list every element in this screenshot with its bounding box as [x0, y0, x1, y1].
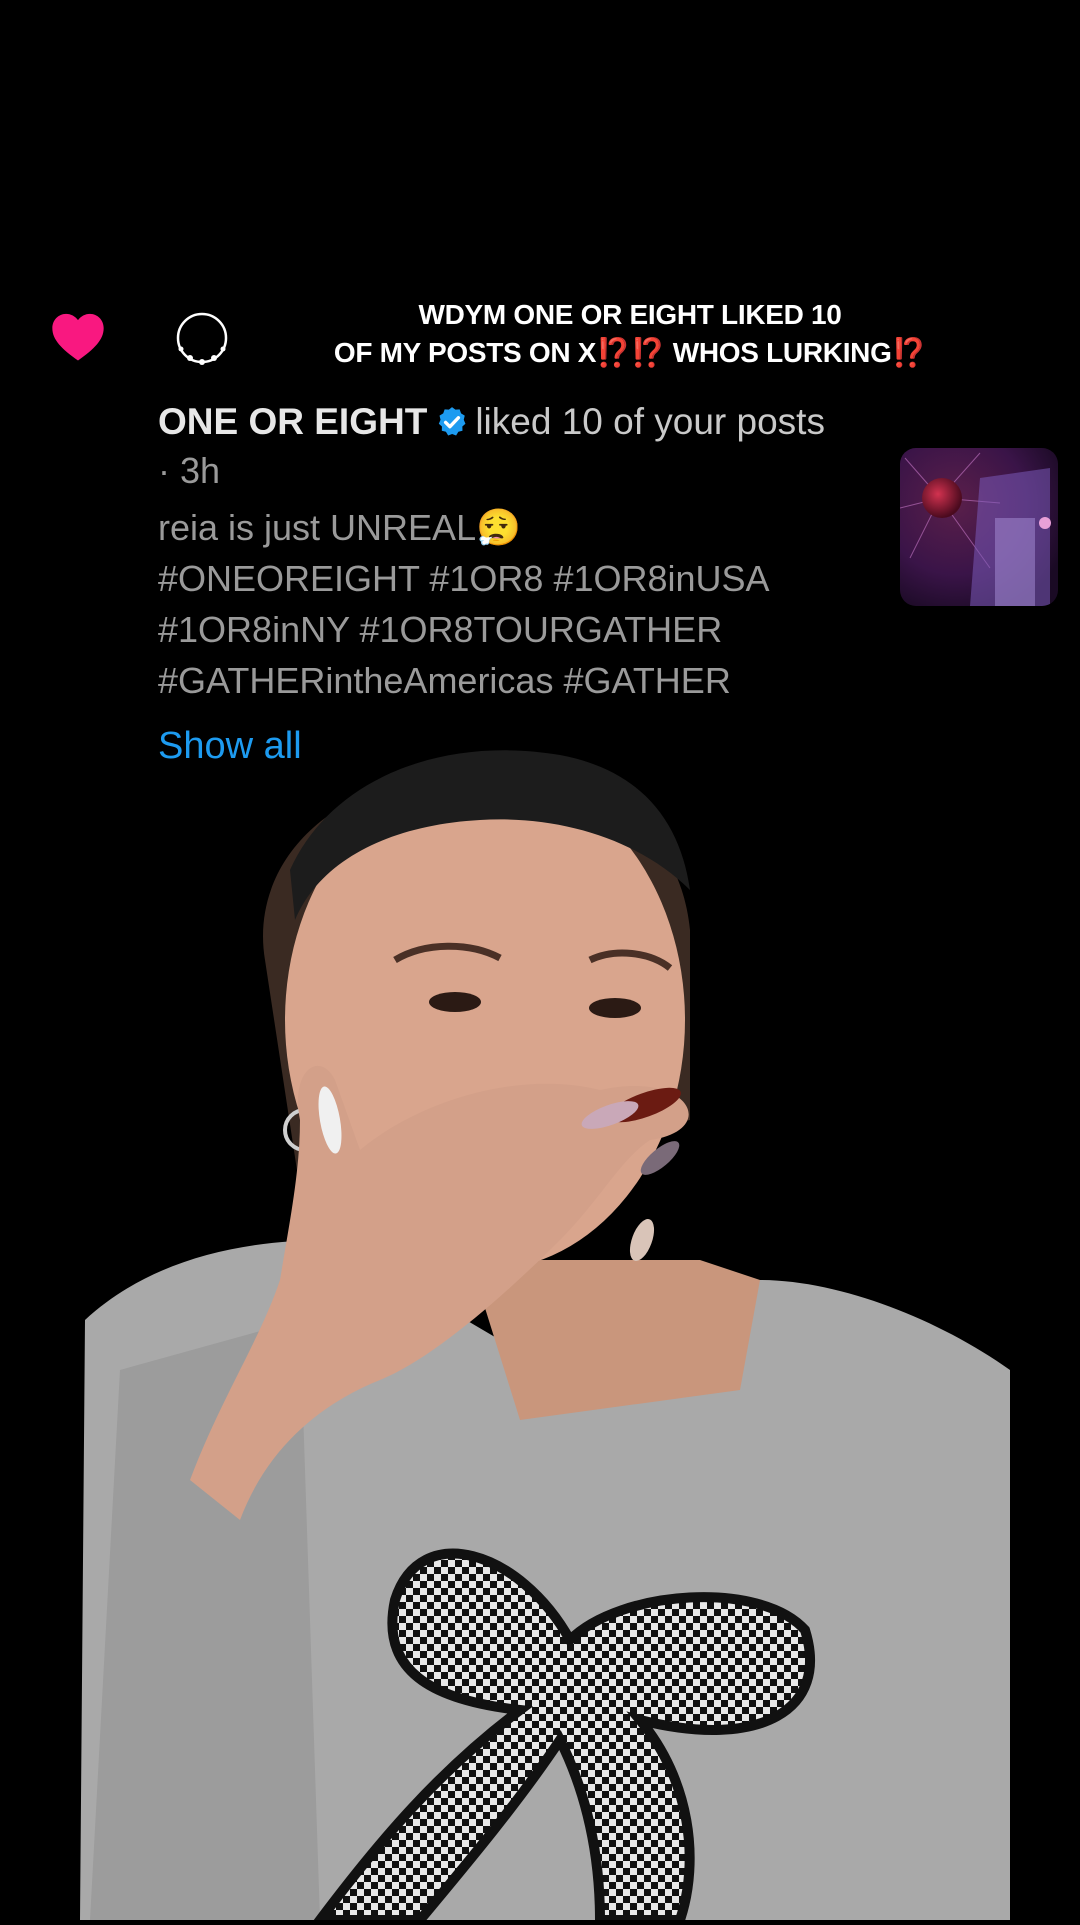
caption-line-2: OF MY POSTS ON X⁉️⁉️ WHOS LURKING⁉️	[260, 334, 1000, 372]
caption-emphasis-2: ⁉️	[891, 337, 927, 368]
notification-action: liked 10 of your posts	[475, 401, 825, 442]
video-caption: WDYM ONE OR EIGHT LIKED 10 OF MY POSTS O…	[260, 296, 1000, 372]
post-line: reia is just UNREAL😮‍💨	[158, 507, 521, 548]
timestamp: · 3h	[158, 450, 221, 491]
account-name[interactable]: ONE OR EIGHT	[158, 401, 427, 442]
video-person	[0, 720, 1080, 1925]
heart-icon	[50, 310, 106, 362]
caption-line-2-start: OF MY POSTS ON X	[333, 337, 597, 368]
caption-line-1: WDYM ONE OR EIGHT LIKED 10	[418, 299, 842, 330]
verified-badge-icon	[435, 403, 469, 437]
post-hashtags-line: #1OR8inNY #1OR8TOURGATHER	[158, 609, 723, 650]
post-preview[interactable]: reia is just UNREAL😮‍💨 #ONEOREIGHT #1OR8…	[158, 502, 818, 706]
caption-emphasis-1: ⁉️⁉️	[596, 337, 666, 368]
caption-line-2-mid: WHOS LURKING	[665, 337, 892, 368]
post-hashtags-line: #GATHERintheAmericas #GATHER	[158, 660, 731, 701]
post-thumbnail[interactable]	[900, 448, 1058, 606]
post-hashtags-line: #ONEOREIGHT #1OR8 #1OR8inUSA	[158, 558, 770, 599]
account-avatar[interactable]	[170, 306, 234, 370]
notification-text: ONE OR EIGHT liked 10 of your posts	[158, 398, 825, 446]
